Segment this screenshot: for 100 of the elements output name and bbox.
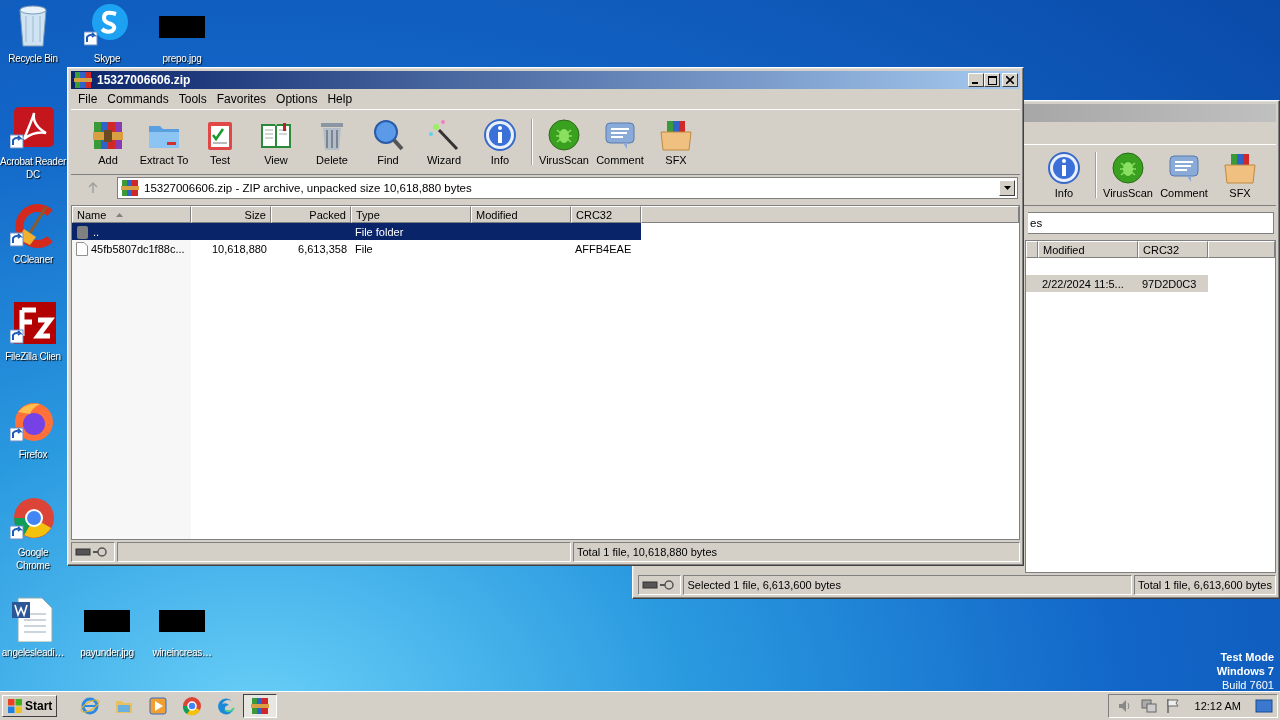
column-header[interactable]: Size	[191, 206, 271, 223]
toolbar-button[interactable]: Comment	[592, 113, 648, 171]
sort-arrow-icon	[116, 212, 124, 217]
archive-books-icon	[250, 696, 271, 716]
toolbar-button[interactable]: Info	[472, 113, 528, 171]
toolbar-button[interactable]: Info	[1036, 146, 1092, 204]
speaker-icon	[1116, 698, 1133, 714]
dropdown-button[interactable]	[999, 180, 1015, 196]
bug-icon	[1111, 151, 1145, 185]
address-field[interactable]: es	[1028, 212, 1274, 234]
toolbar-button[interactable]: Find	[360, 113, 416, 171]
desktop-icon-label[interactable]: FileZilla Clien	[5, 350, 61, 363]
column-header[interactable]: CRC32	[1138, 241, 1208, 258]
desktop-icon-label[interactable]: Recycle Bin	[8, 52, 58, 65]
toolbar-button[interactable]: Test	[192, 113, 248, 171]
toolbar-button[interactable]: SFX	[1212, 146, 1268, 204]
browser-icon	[80, 696, 101, 716]
browser-icon	[182, 696, 203, 716]
menu-item[interactable]: Tools	[173, 92, 212, 106]
file-icon	[76, 241, 88, 256]
table-cell-text: AFFB4EAE	[574, 242, 633, 255]
archive-books-icon	[73, 70, 93, 90]
archive-books-icon	[120, 178, 140, 198]
column-header[interactable]: Packed	[271, 206, 351, 223]
network-icon	[1140, 698, 1157, 714]
file-name: 45fb5807dc1f88c...	[91, 242, 185, 255]
clock: 12:12 AM	[1194, 700, 1241, 712]
toolbar-button[interactable]: Wizard	[416, 113, 472, 171]
up-arrow-icon	[87, 182, 99, 194]
close-icon	[1006, 76, 1014, 84]
thumbnail	[159, 610, 205, 632]
table-cell-text: 97D2D0C3	[1141, 277, 1198, 290]
menu-item[interactable]: Commands	[102, 92, 174, 106]
status-text: Total 1 file, 10,618,880 bytes	[573, 542, 1020, 562]
desktop-icon-label[interactable]: Acrobat Reader DC	[0, 155, 66, 181]
desktop-icon-label[interactable]: Skype	[93, 52, 121, 65]
menu-item[interactable]: Help	[322, 92, 358, 106]
drive-icon	[642, 579, 676, 591]
flag-icon	[1164, 698, 1181, 714]
toolbar-button[interactable]: VirusScan	[536, 113, 592, 171]
box-icon	[659, 118, 693, 152]
close-button[interactable]	[1002, 73, 1018, 87]
show-desktop-icon[interactable]	[1255, 698, 1273, 714]
drive-icon	[75, 546, 109, 558]
column-header[interactable]: Type	[351, 206, 471, 223]
toolbar-button[interactable]: VirusScan	[1100, 146, 1156, 204]
toolbar-button[interactable]: Extract To	[136, 113, 192, 171]
toolbar-button[interactable]: Add	[80, 113, 136, 171]
window-title: 15327006606.zip	[97, 73, 192, 87]
toolbar-button[interactable]: Delete	[304, 113, 360, 171]
minimize-button[interactable]	[968, 73, 984, 87]
list-row[interactable]: .. File folder	[72, 223, 641, 240]
maximize-icon	[987, 75, 997, 85]
table-cell-text: 2/22/2024 11:5...	[1041, 277, 1125, 290]
desktop-icon-label[interactable]: CCleaner	[13, 253, 53, 266]
thumbnail	[84, 610, 130, 632]
search-icon	[371, 118, 405, 152]
test-mode-text: Test Mode	[1220, 650, 1274, 664]
column-header[interactable]: Modified	[471, 206, 571, 223]
chat-logo-icon	[84, 2, 130, 48]
toolbar-button[interactable]: Comment	[1156, 146, 1212, 204]
status-text: Total 1 file, 6,613,600 bytes	[1134, 575, 1276, 595]
menu-item[interactable]: File	[73, 92, 103, 106]
info-icon	[483, 118, 517, 152]
bug-icon	[547, 118, 581, 152]
folder-up-icon	[76, 224, 90, 239]
column-header[interactable]	[1026, 241, 1038, 258]
toolbar-button[interactable]: View	[248, 113, 304, 171]
toolbar-button[interactable]: SFX	[648, 113, 704, 171]
taskbar-button[interactable]	[243, 694, 278, 718]
wand-icon	[427, 118, 461, 152]
info-icon	[1047, 151, 1081, 185]
address-field[interactable]: 15327006606.zip - ZIP archive, unpacked size 10,618,880 bytes	[117, 177, 1018, 199]
list-row[interactable]: 45fb5807dc1f88c... 10,618,880 6,613,358 File AFFB4EAE	[72, 240, 641, 257]
column-header[interactable]: Name	[72, 206, 191, 223]
pdf-icon	[10, 105, 56, 151]
windows-logo-icon	[7, 698, 23, 714]
table-cell-text: 10,618,880	[210, 242, 268, 255]
status-text: Selected 1 file, 6,613,600 bytes	[683, 575, 1133, 595]
document-icon	[10, 596, 56, 642]
desktop-icon-label[interactable]: prepo.jpg	[162, 52, 202, 65]
file-transfer-icon	[10, 300, 56, 346]
thumbnail	[159, 16, 205, 38]
menu-item[interactable]: Favorites	[211, 92, 272, 106]
table-cell-text: File folder	[354, 225, 405, 238]
table-cell-text: File	[354, 242, 374, 255]
menu-item[interactable]: Options	[271, 92, 323, 106]
start-button[interactable]: Start	[2, 695, 58, 717]
maximize-button[interactable]	[984, 73, 1000, 87]
browser-icon	[10, 496, 56, 542]
box-icon	[1223, 151, 1257, 185]
build-text: Build 7601	[1222, 678, 1274, 692]
caret-icon	[1003, 186, 1011, 190]
media-player-icon	[148, 696, 169, 716]
file-name: ..	[93, 225, 100, 238]
column-header[interactable]: CRC32	[571, 206, 641, 223]
column-header[interactable]: Modified	[1038, 241, 1138, 258]
table-cell-text: 6,613,358	[297, 242, 348, 255]
os-name-text: Windows 7	[1216, 664, 1274, 678]
browser-icon	[216, 696, 237, 716]
